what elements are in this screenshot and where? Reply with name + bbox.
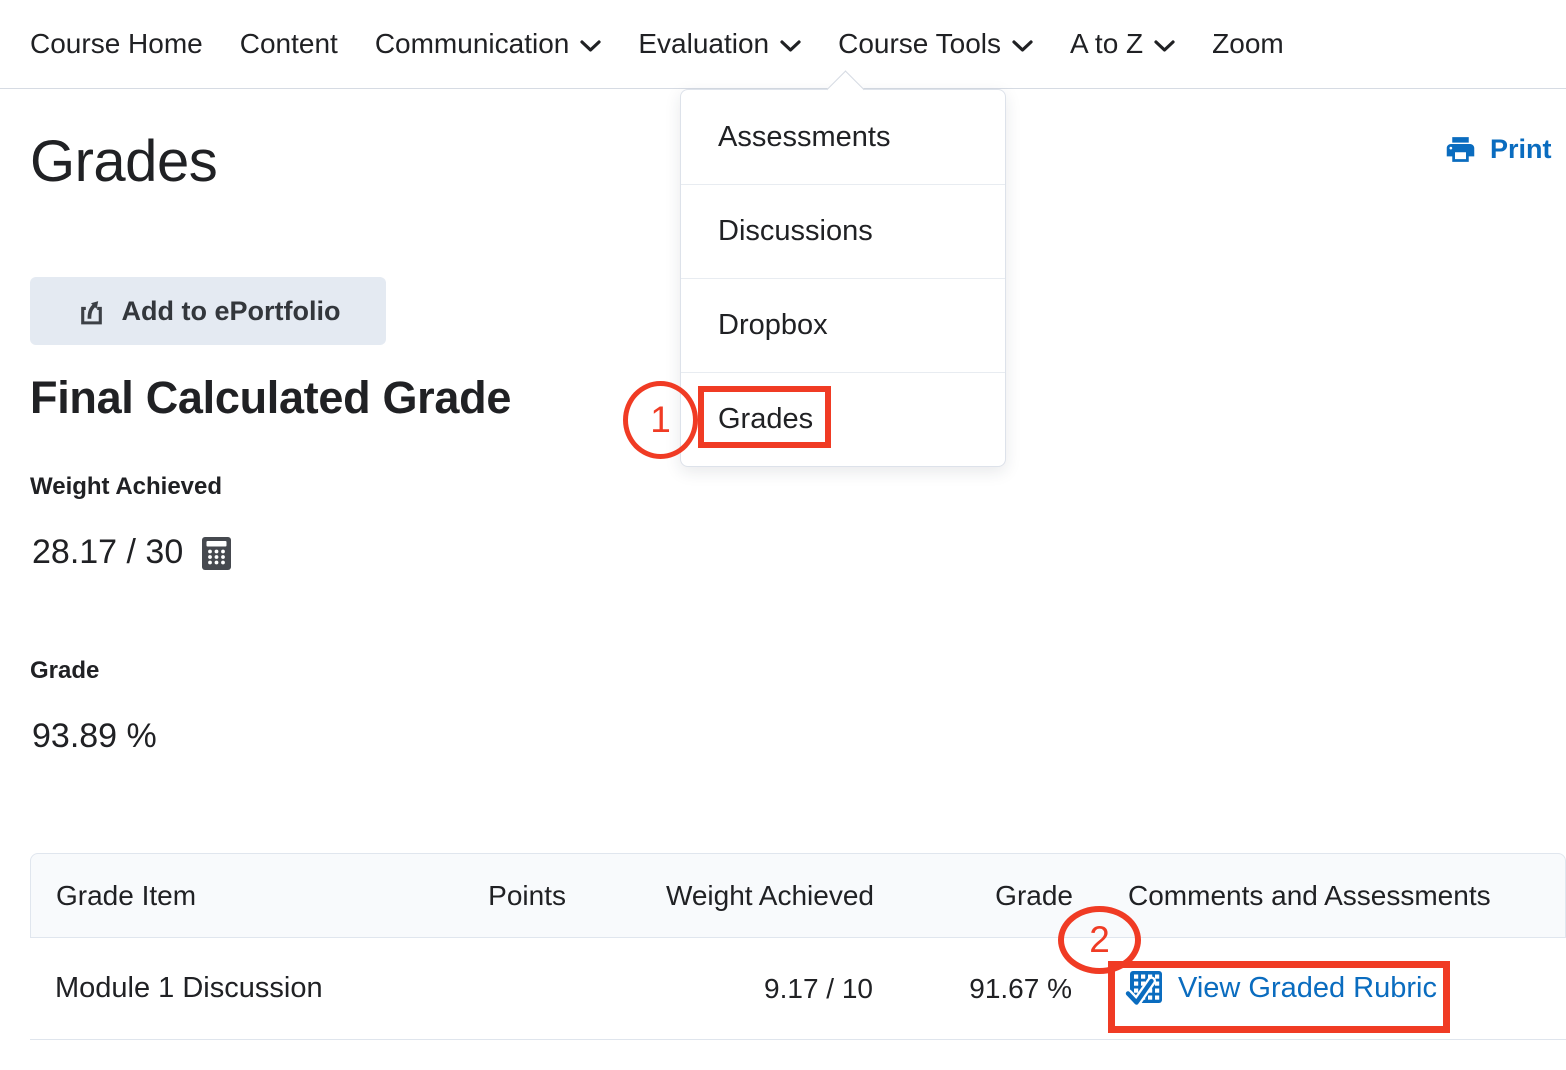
chevron-down-icon	[780, 40, 801, 53]
nav-item-content[interactable]: Content	[240, 28, 338, 60]
menu-item-discussions[interactable]: Discussions	[681, 184, 1005, 278]
annotation-step-1-box	[698, 386, 831, 448]
nav-item-label: Course Tools	[838, 28, 1001, 60]
header-points: Points	[381, 854, 566, 937]
cell-grade: 91.67 %	[960, 938, 1072, 1039]
chevron-down-icon	[1012, 40, 1033, 53]
header-grade: Grade	[961, 854, 1073, 937]
nav-item-a-to-z[interactable]: A to Z	[1070, 28, 1175, 60]
cell-weight-achieved: 9.17 / 10	[630, 938, 873, 1039]
grades-table-header: Grade Item Points Weight Achieved Grade …	[30, 853, 1566, 938]
chevron-down-icon	[580, 40, 601, 53]
menu-item-assessments[interactable]: Assessments	[681, 90, 1005, 184]
print-label: Print	[1490, 134, 1552, 165]
add-to-eportfolio-button[interactable]: Add to ePortfolio	[30, 277, 386, 345]
calculator-icon[interactable]	[201, 536, 232, 571]
cell-points	[380, 938, 565, 1039]
weight-achieved-label: Weight Achieved	[30, 473, 222, 501]
annotation-step-1-circle: 1	[623, 381, 698, 459]
header-comments-assessments: Comments and Assessments	[1128, 854, 1491, 937]
printer-icon	[1444, 133, 1477, 166]
add-to-eportfolio-label: Add to ePortfolio	[122, 296, 341, 327]
nav-item-label: A to Z	[1070, 28, 1143, 60]
share-icon	[76, 296, 107, 327]
final-grade-heading: Final Calculated Grade	[30, 372, 511, 424]
print-button[interactable]: Print	[1444, 133, 1552, 166]
header-weight-achieved: Weight Achieved	[631, 854, 874, 937]
annotation-step-2-circle: 2	[1058, 906, 1141, 974]
grade-label: Grade	[30, 657, 99, 685]
annotation-step-2-box	[1108, 961, 1450, 1033]
chevron-down-icon	[1154, 40, 1175, 53]
course-navbar: Course Home Content Communication Evalua…	[0, 0, 1566, 89]
nav-item-course-tools[interactable]: Course Tools	[838, 28, 1033, 60]
weight-achieved-value: 28.17 / 30	[32, 533, 183, 572]
nav-item-label: Communication	[375, 28, 570, 60]
nav-item-label: Evaluation	[638, 28, 769, 60]
menu-item-dropbox[interactable]: Dropbox	[681, 278, 1005, 372]
page-title: Grades	[30, 128, 217, 195]
cell-grade-item: Module 1 Discussion	[55, 938, 323, 1039]
nav-item-zoom[interactable]: Zoom	[1212, 28, 1284, 60]
nav-item-evaluation[interactable]: Evaluation	[638, 28, 801, 60]
nav-item-communication[interactable]: Communication	[375, 28, 602, 60]
grade-value: 93.89 %	[32, 717, 157, 756]
grades-page: Course Home Content Communication Evalua…	[0, 0, 1566, 1070]
weight-achieved-value-row: 28.17 / 30	[32, 533, 232, 572]
header-grade-item: Grade Item	[56, 854, 196, 937]
nav-item-course-home[interactable]: Course Home	[30, 28, 203, 60]
